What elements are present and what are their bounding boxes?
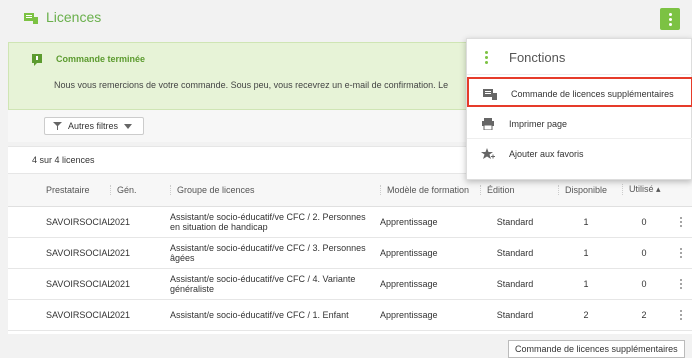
cell-disponible: 1: [554, 268, 618, 300]
licences-table: Prestataire Gén. Groupe de licences Modè…: [8, 174, 692, 334]
printer-icon: [482, 118, 494, 130]
star-add-icon: [481, 148, 495, 159]
cell-modele: Apprentissage: [376, 206, 476, 238]
row-actions-button[interactable]: [670, 237, 692, 269]
cell-modele: Apprentissage: [376, 299, 476, 331]
col-prestataire[interactable]: Prestataire: [42, 174, 106, 207]
row-actions-button[interactable]: [670, 299, 692, 331]
cell-prestataire: SAVOIRSOCIAL: [42, 268, 112, 300]
menu-item-order-licences[interactable]: Commande de licences supplémentaires: [467, 77, 692, 107]
cell-edition: Standard: [476, 237, 554, 269]
cell-modele: Apprentissage: [376, 237, 476, 269]
chevron-down-icon: [124, 123, 133, 129]
cell-disponible: 2: [554, 299, 618, 331]
row-actions-button[interactable]: [670, 268, 692, 300]
functions-menu-title: Fonctions: [509, 50, 566, 65]
table-row[interactable]: SAVOIRSOCIAL 2021 Assistant/e socio-éduc…: [8, 206, 692, 238]
functions-menu: Fonctions Commande de licences supplémen…: [466, 38, 692, 180]
page-title: Licences: [46, 9, 102, 25]
cell-prestataire: SAVOIRSOCIAL: [42, 206, 112, 238]
cell-utilise: 0: [618, 237, 670, 269]
row-actions-button[interactable]: [670, 206, 692, 238]
cell-gen: 2021: [106, 206, 166, 238]
more-vertical-icon: [674, 216, 688, 227]
menu-item-add-favorites[interactable]: Ajouter aux favoris: [467, 139, 692, 169]
cell-utilise: 0: [618, 206, 670, 238]
cell-gen: 2021: [106, 237, 166, 269]
page-header: Licences: [0, 0, 692, 36]
cell-groupe: Assistant/e socio-éducatif/ve CFC / 3. P…: [166, 237, 376, 269]
other-filters-button[interactable]: Autres filtres: [44, 117, 144, 135]
cell-gen: 2021: [106, 268, 166, 300]
menu-item-label: Commande de licences supplémentaires: [511, 89, 674, 99]
cell-prestataire: SAVOIRSOCIAL: [42, 237, 112, 269]
table-row[interactable]: SAVOIRSOCIAL 2021 Assistant/e socio-éduc…: [8, 268, 692, 300]
message-icon: [32, 54, 42, 66]
cell-gen: 2021: [106, 299, 166, 331]
table-row[interactable]: SAVOIRSOCIAL 2021 Assistant/e socio-éduc…: [8, 299, 692, 331]
more-vertical-icon: [668, 12, 672, 26]
more-vertical-icon: [674, 309, 688, 320]
cell-groupe: Assistant/e socio-éducatif/ve CFC / 1. E…: [166, 299, 376, 331]
cell-edition: Standard: [476, 206, 554, 238]
col-modele[interactable]: Modèle de formation: [376, 174, 476, 207]
licence-icon: [24, 13, 38, 24]
functions-menu-header: Fonctions: [467, 39, 692, 75]
cell-groupe: Assistant/e socio-éducatif/ve CFC / 4. V…: [166, 268, 376, 300]
col-gen[interactable]: Gén.: [106, 174, 166, 207]
tooltip: Commande de licences supplémentaires: [508, 340, 685, 358]
cell-edition: Standard: [476, 268, 554, 300]
menu-item-label: Ajouter aux favoris: [509, 149, 584, 159]
cell-modele: Apprentissage: [376, 268, 476, 300]
menu-item-print-page[interactable]: Imprimer page: [467, 109, 692, 139]
filter-label: Autres filtres: [68, 121, 119, 131]
functions-menu-button[interactable]: [660, 8, 680, 30]
success-title: Commande terminée: [56, 54, 146, 64]
licence-count: 4 sur 4 licences: [32, 155, 95, 165]
more-vertical-icon: [674, 278, 688, 289]
success-message: Nous vous remercions de votre commande. …: [54, 80, 449, 90]
table-row[interactable]: SAVOIRSOCIAL 2021 Assistant/e socio-éduc…: [8, 237, 692, 269]
more-vertical-icon: [674, 247, 688, 258]
order-licence-icon: [483, 89, 497, 100]
menu-item-label: Imprimer page: [509, 119, 568, 129]
cell-utilise: 0: [618, 268, 670, 300]
cell-prestataire: SAVOIRSOCIAL: [42, 299, 112, 331]
cell-groupe: Assistant/e socio-éducatif/ve CFC / 2. P…: [166, 206, 376, 238]
col-groupe[interactable]: Groupe de licences: [166, 174, 376, 207]
more-vertical-icon: [485, 51, 488, 64]
cell-disponible: 1: [554, 237, 618, 269]
cell-disponible: 1: [554, 206, 618, 238]
cell-edition: Standard: [476, 299, 554, 331]
filter-icon: [53, 122, 62, 130]
cell-utilise: 2: [618, 299, 670, 331]
